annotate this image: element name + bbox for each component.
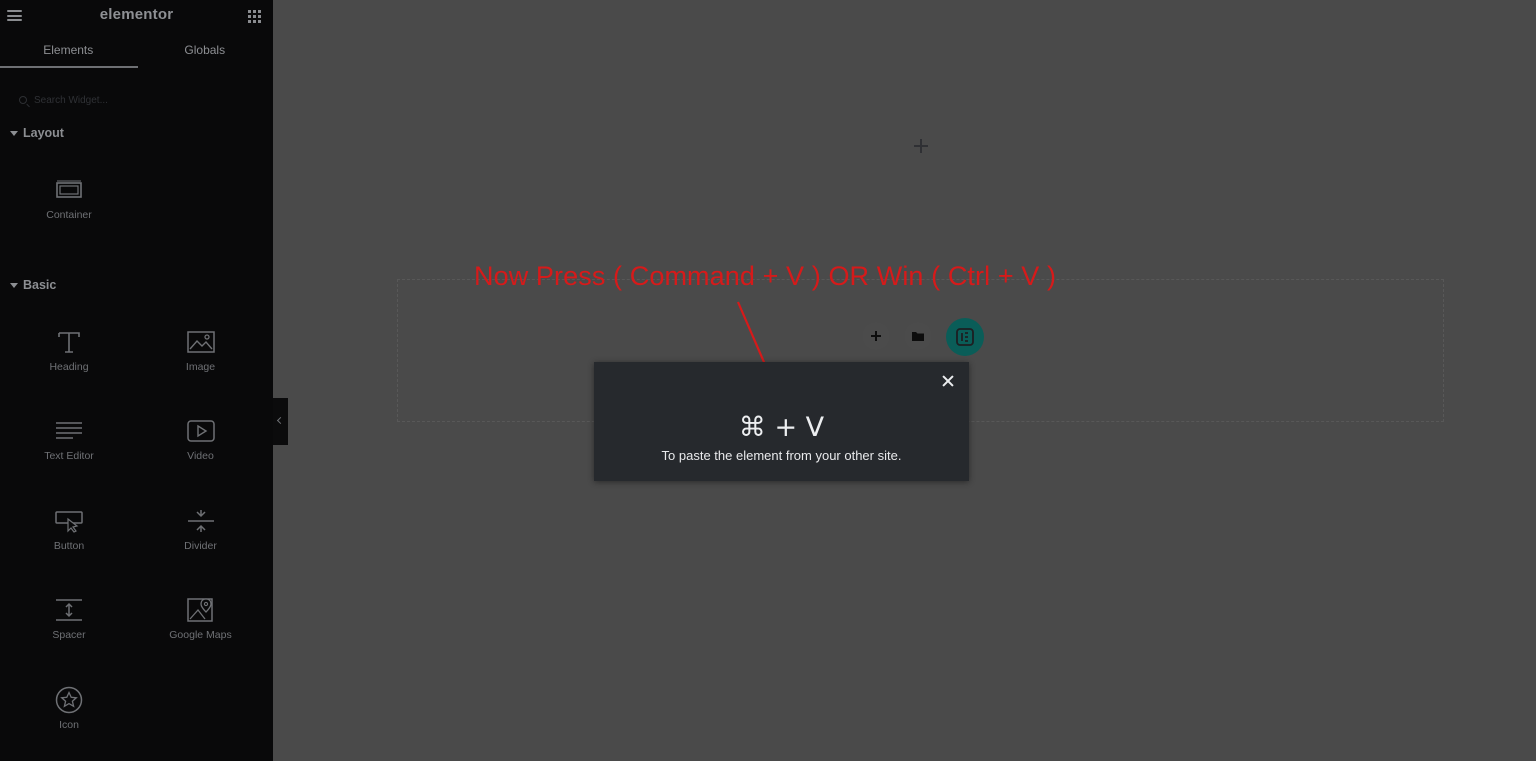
widget-google-maps[interactable]: Google Maps xyxy=(138,582,263,672)
add-element-plus-icon[interactable] xyxy=(913,138,929,154)
divider-icon xyxy=(186,507,216,535)
section-layout-title[interactable]: Layout xyxy=(0,126,273,148)
panel-header: elementor xyxy=(0,0,273,32)
chevron-left-icon xyxy=(276,416,285,425)
image-icon xyxy=(186,328,216,356)
layout-widgets: Container xyxy=(0,162,273,252)
widget-label: Text Editor xyxy=(44,450,94,462)
widget-divider[interactable]: Divider xyxy=(138,493,263,583)
video-icon xyxy=(186,417,216,445)
button-icon xyxy=(54,507,84,535)
plus-icon xyxy=(871,331,881,341)
elementor-editor: elementor Elements Globals Layout Contai… xyxy=(0,0,1536,761)
widget-heading[interactable]: Heading xyxy=(0,314,138,404)
widget-label: Divider xyxy=(184,539,217,552)
paste-message: To paste the element from your other sit… xyxy=(661,448,902,463)
caret-down-icon xyxy=(10,282,18,288)
search-icon xyxy=(19,96,27,104)
widget-label: Image xyxy=(185,360,216,373)
widget-label: Button xyxy=(53,539,85,552)
widget-icon[interactable]: Icon xyxy=(0,672,138,761)
widget-label: Container xyxy=(46,209,92,221)
tab-globals[interactable]: Globals xyxy=(137,32,274,68)
container-icon xyxy=(54,176,84,204)
add-section-button[interactable] xyxy=(862,322,890,350)
widget-label: Icon xyxy=(59,718,79,731)
widget-image[interactable]: Image xyxy=(138,314,263,404)
google-maps-icon xyxy=(186,596,216,624)
elements-panel: elementor Elements Globals Layout Contai… xyxy=(0,0,273,761)
panel-tabs: Elements Globals xyxy=(0,32,273,68)
elementor-kit-button[interactable] xyxy=(946,318,984,356)
star-icon xyxy=(54,686,84,714)
spacer-icon xyxy=(54,596,84,624)
elementor-logo: elementor xyxy=(99,6,174,23)
instruction-annotation: Now Press ( Command + V ) OR Win ( Ctrl … xyxy=(474,261,1057,291)
caret-down-icon xyxy=(10,131,18,136)
widget-button[interactable]: Button xyxy=(0,493,138,583)
widget-label: Heading xyxy=(49,360,89,373)
section-basic-label: Basic xyxy=(23,277,57,292)
section-basic-title[interactable]: Basic xyxy=(0,278,273,300)
widget-label: Google Maps xyxy=(169,629,232,641)
panel-collapse-toggle[interactable] xyxy=(273,398,288,445)
add-template-button[interactable] xyxy=(904,322,932,350)
widget-label: Video xyxy=(187,450,214,462)
widget-text-editor[interactable]: Text Editor xyxy=(0,403,138,493)
elementor-kit-icon xyxy=(956,328,974,346)
paste-dialog: ⌘ + V To paste the element from your oth… xyxy=(594,362,969,481)
widget-video[interactable]: Video xyxy=(138,403,263,493)
close-icon[interactable] xyxy=(941,374,955,388)
paste-shortcut: ⌘ + V xyxy=(738,412,825,443)
widget-container[interactable]: Container xyxy=(0,162,138,252)
text-editor-icon xyxy=(54,417,84,445)
widget-search xyxy=(0,68,273,126)
heading-icon xyxy=(54,328,84,356)
folder-icon xyxy=(912,332,924,341)
widgets-grid-icon[interactable] xyxy=(248,10,261,23)
section-layout-label: Layout xyxy=(23,126,64,140)
basic-widgets: Heading Image Text Editor Video Button D… xyxy=(0,314,273,761)
widget-spacer[interactable]: Spacer xyxy=(0,582,138,672)
search-widget-input[interactable] xyxy=(34,91,254,109)
tab-elements[interactable]: Elements xyxy=(0,32,137,68)
widget-label: Spacer xyxy=(52,629,86,641)
